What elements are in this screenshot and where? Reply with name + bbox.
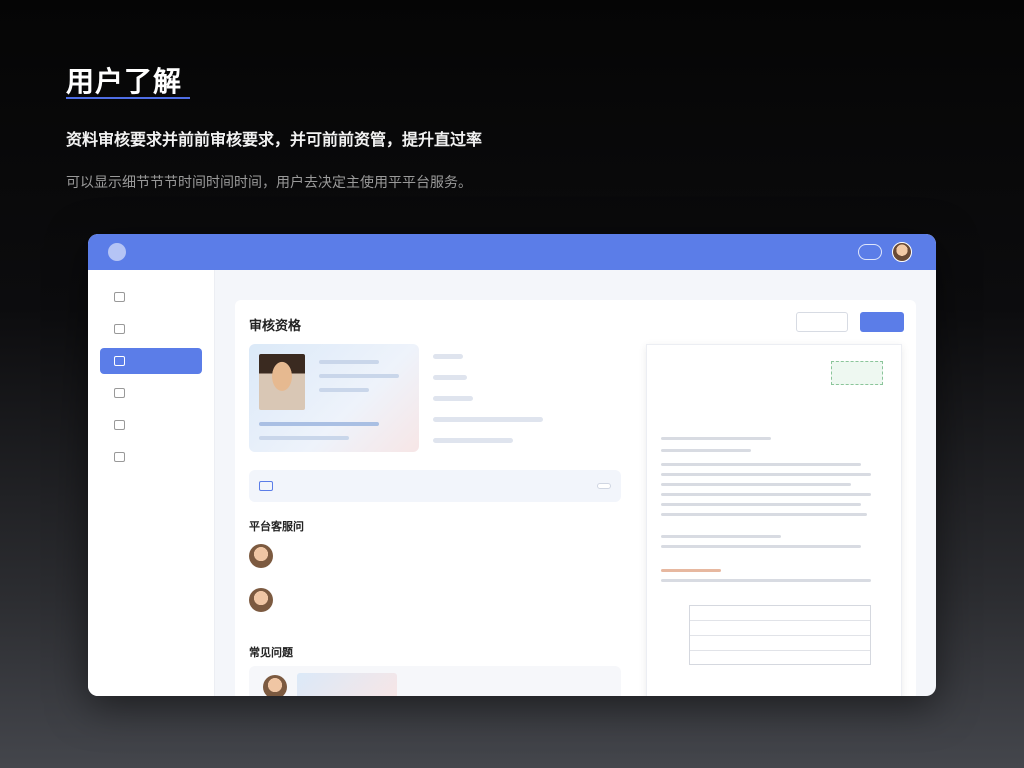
card-title: 审核资格 [249, 318, 302, 334]
main-content: 审核资格 平台客服问 常见问题 [215, 270, 936, 696]
review-card: 审核资格 平台客服问 常见问题 [235, 300, 916, 696]
faq-title: 常见问题 [249, 646, 293, 659]
top-right-area [858, 242, 922, 262]
breadcrumb[interactable] [235, 278, 916, 300]
document-line [661, 493, 871, 496]
primary-button[interactable] [860, 312, 904, 332]
faq-item[interactable] [249, 666, 621, 696]
user-icon [114, 420, 125, 430]
tip-button[interactable] [597, 483, 611, 489]
document-preview[interactable] [646, 344, 902, 696]
id-card-line [319, 388, 369, 392]
hero-subtitle: 资料审核要求并前前审核要求，并可前前资管，提升直过率 [66, 130, 483, 149]
sidebar-item-2[interactable] [106, 316, 202, 342]
settings-icon [114, 452, 125, 462]
sidebar-item-3[interactable] [100, 348, 202, 374]
sidebar-item-5[interactable] [106, 412, 202, 438]
secondary-button[interactable] [796, 312, 848, 332]
sidebar [88, 270, 215, 696]
avatar [249, 588, 273, 612]
id-card-line [319, 360, 379, 364]
top-bar [88, 234, 936, 270]
logo-icon[interactable] [108, 243, 126, 261]
home-icon [114, 292, 125, 302]
sidebar-item-1[interactable] [106, 284, 202, 310]
id-card-image[interactable] [249, 344, 419, 452]
document-line [661, 473, 871, 476]
hero-description: 可以显示细节节节时间时间时间，用户去决定主使用平平台服务。 [66, 175, 472, 191]
review-item [249, 586, 621, 612]
list-icon [114, 324, 125, 334]
document-table [689, 605, 871, 665]
id-info-fields [433, 354, 623, 459]
message-icon[interactable] [858, 244, 882, 260]
sidebar-item-4[interactable] [106, 380, 202, 406]
info-line [433, 396, 473, 401]
document-line [661, 569, 721, 572]
hero-title-underline [66, 97, 190, 99]
id-card-line [319, 374, 399, 378]
reviews-title: 平台客服问 [249, 520, 304, 533]
document-line [661, 579, 871, 582]
document-line [661, 535, 781, 538]
hero-title: 用户了解 [66, 65, 183, 98]
avatar[interactable] [892, 242, 912, 262]
info-line [433, 375, 467, 380]
id-photo [259, 354, 305, 410]
left-column: 平台客服问 常见问题 [249, 344, 621, 696]
document-line [661, 503, 861, 506]
card-icon [259, 481, 273, 491]
tip-bar [249, 470, 621, 502]
info-line [433, 417, 543, 422]
doc-icon [114, 356, 125, 366]
document-line [661, 437, 771, 440]
document-line [661, 483, 851, 486]
review-item [249, 542, 621, 568]
avatar [263, 675, 287, 696]
app-window: 审核资格 平台客服问 常见问题 [88, 234, 936, 696]
chart-icon [114, 388, 125, 398]
sidebar-item-6[interactable] [106, 444, 202, 470]
id-card-line [259, 436, 349, 440]
document-line [661, 463, 861, 466]
id-card-thumbnail [297, 673, 397, 696]
avatar [249, 544, 273, 568]
document-stamp [831, 361, 883, 385]
document-line [661, 545, 861, 548]
id-card-line [259, 422, 379, 426]
info-line [433, 438, 513, 443]
info-line [433, 354, 463, 359]
document-line [661, 449, 751, 452]
document-line [661, 513, 867, 516]
